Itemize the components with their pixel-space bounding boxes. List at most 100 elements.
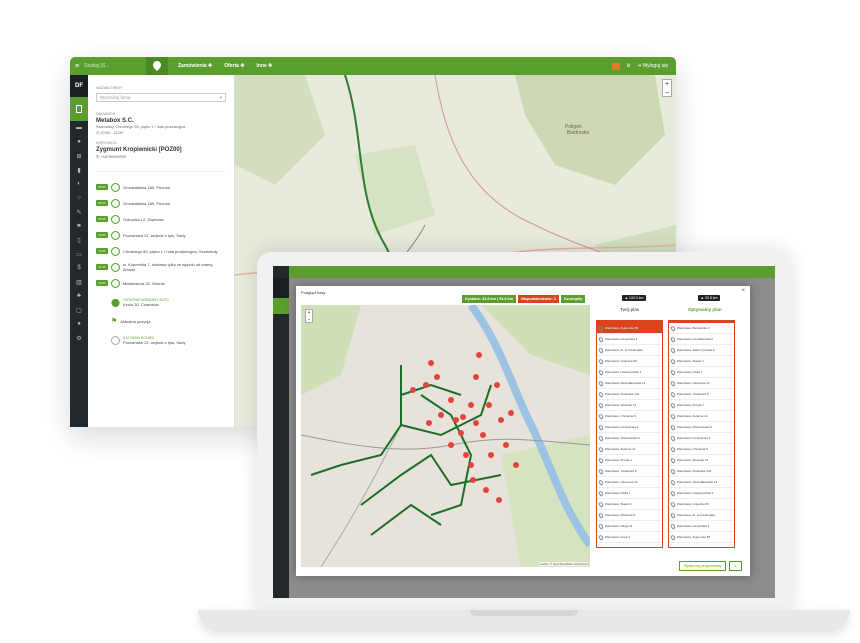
stop-card[interactable]: Warszawa, Konwiktorska 6 <box>669 334 734 345</box>
stop-card[interactable]: Warszawa, Zakroczymska 9 <box>669 345 734 356</box>
sidebar-item-inbox[interactable]: ▢ <box>70 303 88 317</box>
sidebar-item-group[interactable]: ♣ <box>70 289 88 303</box>
distance-badge: Dystans: 33.8 km | 54.8 km <box>462 295 517 303</box>
stop-card[interactable]: Warszawa, Prosta 2 <box>597 455 662 466</box>
stop-card[interactable]: Warszawa, Wołoska 12 <box>597 400 662 411</box>
group-icon: ♣ <box>77 293 81 299</box>
nav-other[interactable]: Inne ✚ <box>257 63 273 69</box>
stop-card[interactable]: Warszawa, Bednarska 3 <box>669 323 734 334</box>
driver-phone[interactable]: ✆ +48799999999 <box>96 154 226 159</box>
edit-icon[interactable]: ✎ <box>729 561 742 571</box>
calendar-icon[interactable] <box>612 62 621 70</box>
stop-card[interactable]: Warszawa, Grójecka 99 <box>669 499 734 510</box>
stop-card[interactable]: Warszawa, Marszałkowska 12 <box>669 477 734 488</box>
sidebar-item-settings[interactable]: ⚙ <box>70 331 88 345</box>
sidebar-item-flag[interactable]: ⚑ <box>70 219 88 233</box>
stop-card[interactable]: Warszawa, Grójecka 99 <box>597 356 662 367</box>
send-route-button[interactable]: Wyślij nowy program trasy <box>679 561 727 571</box>
sidebar-item-orders[interactable] <box>70 97 88 121</box>
route-stop[interactable]: 12:20 Mickiewicza 32, Wronki <box>96 275 226 291</box>
time-badge: 08:30 <box>96 184 108 190</box>
firm-select[interactable]: Wyszukaj firmę ▾ <box>96 93 226 102</box>
sidebar-item-users[interactable]: ● <box>70 135 88 149</box>
stop-card[interactable]: Warszawa, Al. Jerozolimskie <box>669 510 734 521</box>
route-stop[interactable]: 11:40 ul. Kopernika 7, dostawy tylko ze w… <box>96 259 226 275</box>
sidebar-item-money[interactable]: $ <box>70 261 88 275</box>
location-pin-icon <box>669 434 677 442</box>
location-pin-icon <box>597 445 605 453</box>
stop-card-address: Warszawa, Kasprzaka 4 <box>677 524 710 528</box>
stop-card[interactable]: Warszawa, Puławska 140 <box>669 466 734 477</box>
driver-name[interactable]: Zygmunt Kropiwnicki [POZ00] <box>96 147 226 153</box>
stop-card[interactable]: Warszawa, Mokotowska 6 <box>597 433 662 444</box>
route-map[interactable]: + − Leaflet | © OpenStreetMap contributor… <box>301 305 590 567</box>
truck-logo-icon[interactable] <box>146 57 168 75</box>
stop-card[interactable]: Warszawa, Prosta 2 <box>669 400 734 411</box>
brand-logo[interactable]: DF <box>70 75 88 97</box>
stop-card-address: Warszawa, Towarowa 8 <box>605 469 637 473</box>
stop-icon <box>111 214 120 224</box>
stop-card[interactable]: Warszawa, Nowogrodzka 1 <box>669 488 734 499</box>
stop-card[interactable]: Warszawa, Chmielna 5 <box>597 411 662 422</box>
route-stop[interactable]: 10:20 Poznańska 13, wejście z tyłu, Sady <box>96 227 226 243</box>
stop-card[interactable]: Warszawa, Zygmunta 55 <box>597 323 662 334</box>
stop-card[interactable]: Warszawa, Miodowa 9 <box>597 510 662 521</box>
sidebar-item-cars[interactable]: ▬ <box>70 121 88 135</box>
route-stop[interactable]: 11:00 Chrobrego 50, piętro 1 / hala produ… <box>96 243 226 259</box>
stop-card[interactable]: Warszawa, Nowogrodzka 1 <box>597 367 662 378</box>
stop-card[interactable]: Warszawa, Okopowa 10 <box>597 477 662 488</box>
hamburger-menu-icon[interactable]: ≡ <box>70 63 84 70</box>
location-pin-icon <box>669 489 677 497</box>
logout-link[interactable]: ⇥ Wyloguj się <box>637 63 668 69</box>
stop-card-address: Warszawa, Nowogrodzka 1 <box>605 370 642 374</box>
route-stop[interactable]: 08:30 Grunwaldzka 180, Poznań <box>96 179 226 195</box>
stop-card[interactable]: Warszawa, Kasprzaka 4 <box>597 334 662 345</box>
stop-card[interactable]: Warszawa, Mokotowska 6 <box>669 422 734 433</box>
sidebar-item-tools[interactable]: ✎ <box>70 205 88 219</box>
stop-card-address: Warszawa, Freta 4 <box>605 535 631 539</box>
nav-offer[interactable]: Oferta ✚ <box>224 63 244 69</box>
close-icon[interactable]: × <box>741 288 745 294</box>
sidebar-item-globe[interactable]: ◐ <box>70 177 88 191</box>
sidebar-item-warehouse[interactable]: ▥ <box>70 275 88 289</box>
sidebar-item-id[interactable]: ▭ <box>70 247 88 261</box>
stop-card[interactable]: Warszawa, Chmielna 5 <box>669 444 734 455</box>
driver-label: KIEROWCA <box>96 141 117 145</box>
sidebar-item-team[interactable]: ● <box>70 317 88 331</box>
stop-card[interactable]: Warszawa, Puławska 140 <box>597 389 662 400</box>
settings-icon[interactable]: ⚙ <box>626 63 630 69</box>
search-input[interactable]: Szukaj (S... <box>84 63 134 69</box>
stop-card[interactable]: Warszawa, Żelazna 14 <box>597 444 662 455</box>
sidebar-item-file[interactable]: ▯ <box>70 233 88 247</box>
stop-card-address: Warszawa, Koszykowa 3 <box>677 436 711 440</box>
route-stop[interactable]: 09:10 Grunwaldzka 189, Poznań <box>96 195 226 211</box>
stop-card[interactable]: Warszawa, Koszykowa 3 <box>669 433 734 444</box>
stop-card[interactable]: Warszawa, Wołoska 12 <box>669 455 734 466</box>
sidebar-item-chat[interactable]: ○ <box>70 191 88 205</box>
nav-orders[interactable]: Zamówienia ✚ <box>178 63 212 69</box>
stop-card[interactable]: Warszawa, Marszałkowska 12 <box>597 378 662 389</box>
laptop-sidebar-active[interactable] <box>273 298 289 314</box>
zoom-control[interactable]: + − <box>662 79 672 97</box>
stop-card[interactable]: Warszawa, Freta 4 <box>597 532 662 543</box>
stop-card[interactable]: Warszawa, Towarowa 8 <box>597 466 662 477</box>
stop-card[interactable]: Warszawa, Zygmunta 55 <box>669 532 734 543</box>
stop-card-address: Warszawa, Chmielna 5 <box>605 414 636 418</box>
stop-card[interactable]: Warszawa, Dzika 7 <box>669 367 734 378</box>
details-button[interactable]: Szczegóły <box>560 295 586 303</box>
stop-card[interactable]: Warszawa, Kasprzaka 4 <box>669 521 734 532</box>
stop-card[interactable]: Warszawa, Żelazna 14 <box>669 411 734 422</box>
stop-card[interactable]: Warszawa, Dzika 7 <box>597 488 662 499</box>
dollar-icon: $ <box>77 265 81 271</box>
stop-card[interactable]: Warszawa, Stawki 1 <box>669 356 734 367</box>
sidebar-item-bookmark[interactable]: ▮ <box>70 163 88 177</box>
stop-card[interactable]: Warszawa, Towarowa 8 <box>669 389 734 400</box>
zoom-control[interactable]: + − <box>305 309 313 323</box>
route-stop[interactable]: 09:45 Gołuszka 12, Dąbrowa <box>96 211 226 227</box>
sidebar-item-cart[interactable]: ⊞ <box>70 149 88 163</box>
stop-card[interactable]: Warszawa, Al. Jerozolimskie <box>597 345 662 356</box>
stop-card[interactable]: Warszawa, Okopowa 10 <box>669 378 734 389</box>
stop-card[interactable]: Warszawa, Koszykowa 3 <box>597 422 662 433</box>
stop-card[interactable]: Warszawa, Stawki 1 <box>597 499 662 510</box>
stop-card[interactable]: Warszawa, Długa 11 <box>597 521 662 532</box>
